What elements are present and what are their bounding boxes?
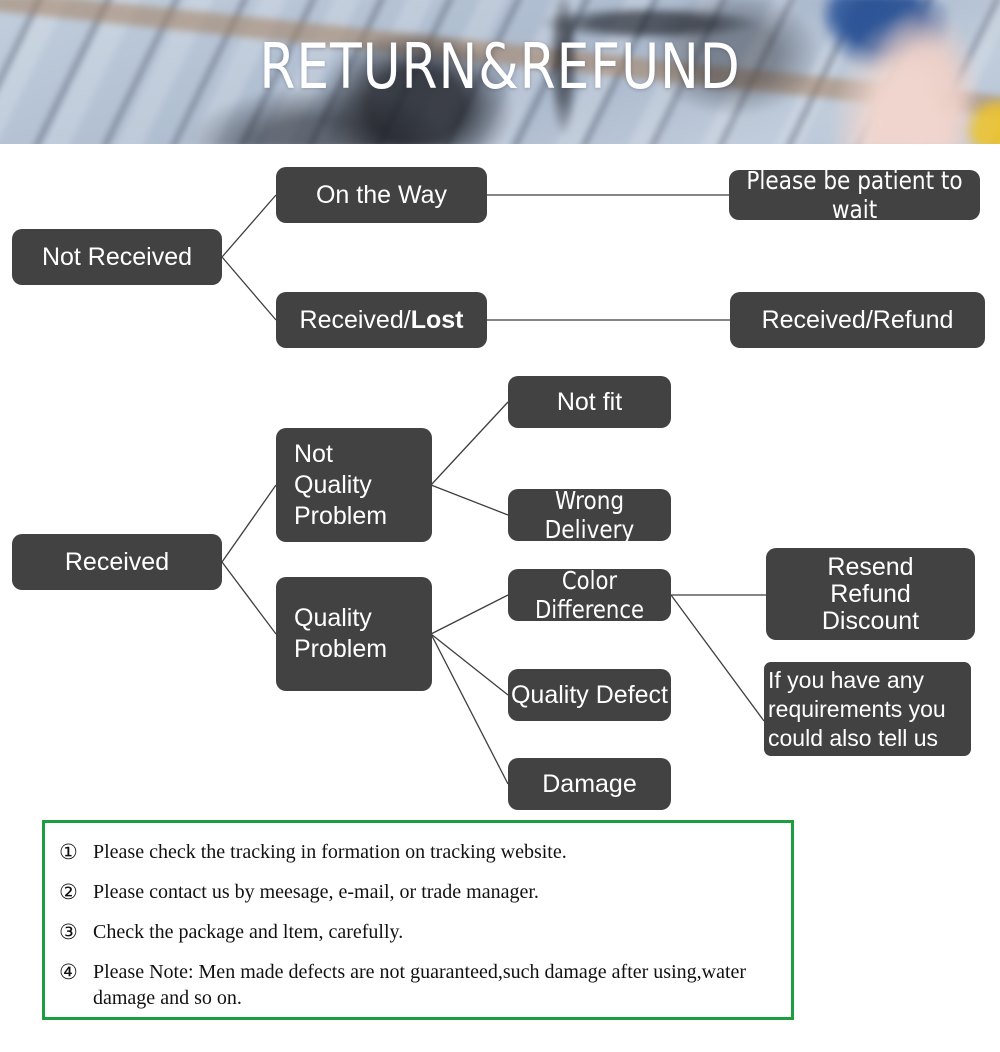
note-item: ③ Check the package and ltem, carefully. xyxy=(59,919,777,945)
note-item-text: Please Note: Men made defects are not gu… xyxy=(93,961,747,1009)
node-received-refund[interactable]: Received/Refund xyxy=(730,292,985,348)
note-item: ② Please contact us by meesage, e-mail, … xyxy=(59,879,777,905)
node-not-fit-label: Not fit xyxy=(556,387,623,416)
node-received-lost-prefix: Received/ xyxy=(299,305,411,334)
node-wrong-delivery[interactable]: Wrong Delivery xyxy=(508,486,671,544)
node-on-the-way-label: On the Way xyxy=(315,180,448,209)
node-received-label: Received xyxy=(64,547,170,576)
note-item: ① Please check the tracking in formation… xyxy=(59,839,777,865)
node-damage[interactable]: Damage xyxy=(508,758,671,810)
returns-flowchart: Not Received On the Way Received/Lost Pl… xyxy=(0,144,1000,816)
node-resend-refund-discount-label: Resend Refund Discount xyxy=(821,552,920,635)
node-wrong-delivery-label: Wrong Delivery xyxy=(544,486,635,544)
node-received-refund-label: Received/Refund xyxy=(761,305,954,334)
node-not-quality-problem[interactable]: Not Quality Problem xyxy=(276,428,432,542)
note-item-text: Please check the tracking in formation o… xyxy=(93,841,567,863)
circled-number-2-icon: ② xyxy=(59,880,78,904)
node-any-requirements-label: If you have any requirements you could a… xyxy=(768,666,946,751)
return-refund-page: RETURN&REFUND Not Received On the Way Re… xyxy=(0,0,1000,1052)
node-not-received-label: Not Received xyxy=(41,242,193,271)
node-received-lost-label: Received/Lost xyxy=(276,306,487,335)
node-received[interactable]: Received xyxy=(12,534,222,590)
node-damage-label: Damage xyxy=(542,769,637,798)
node-please-be-patient[interactable]: Please be patient to wait xyxy=(729,166,980,224)
node-quality-defect-label: Quality Defect xyxy=(510,680,668,709)
circled-number-4-icon: ④ xyxy=(59,960,78,984)
circled-number-3-icon: ③ xyxy=(59,920,78,944)
node-color-difference[interactable]: Color Difference xyxy=(508,566,671,624)
node-quality-problem-label: Quality Problem xyxy=(294,604,388,663)
page-title: RETURN&REFUND xyxy=(259,30,741,103)
node-resend-refund-discount[interactable]: Resend Refund Discount xyxy=(766,548,975,640)
node-received-lost[interactable]: Received/Lost xyxy=(276,292,487,348)
note-item-text: Please contact us by meesage, e-mail, or… xyxy=(93,881,539,903)
node-quality-defect[interactable]: Quality Defect xyxy=(508,669,671,721)
node-not-received[interactable]: Not Received xyxy=(12,229,222,285)
node-not-quality-problem-label: Not Quality Problem xyxy=(294,439,388,530)
node-on-the-way[interactable]: On the Way xyxy=(276,167,487,223)
note-item-text: Check the package and ltem, carefully. xyxy=(93,921,404,943)
node-quality-problem[interactable]: Quality Problem xyxy=(276,577,432,691)
node-received-lost-emphasis: Lost xyxy=(410,305,464,334)
node-not-fit[interactable]: Not fit xyxy=(508,376,671,428)
header-banner: RETURN&REFUND xyxy=(0,0,1000,144)
node-please-be-patient-label: Please be patient to wait xyxy=(746,166,963,224)
note-item: ④ Please Note: Men made defects are not … xyxy=(59,959,777,1011)
node-any-requirements[interactable]: If you have any requirements you could a… xyxy=(764,662,971,756)
circled-number-1-icon: ① xyxy=(59,840,78,864)
node-color-difference-label: Color Difference xyxy=(535,566,644,624)
notes-box: ① Please check the tracking in formation… xyxy=(42,820,794,1020)
